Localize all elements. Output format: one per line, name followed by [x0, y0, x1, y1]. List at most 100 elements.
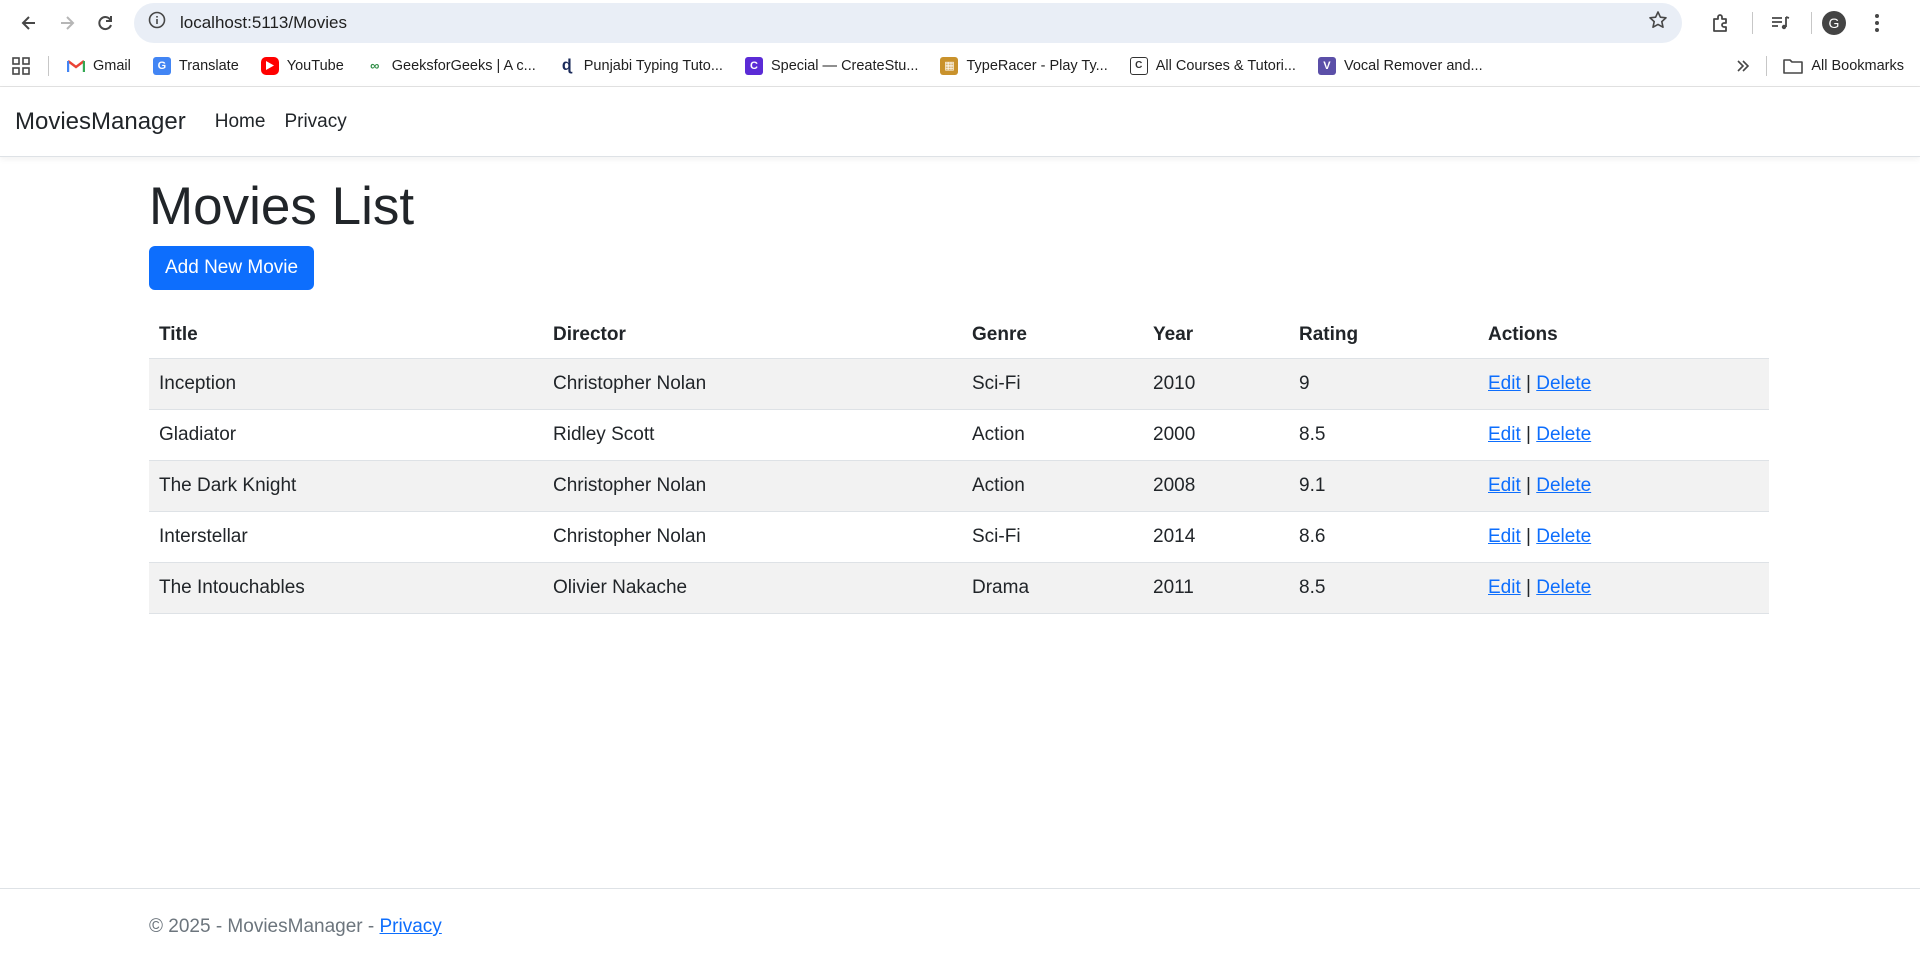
cell-actions: Edit | Delete [1478, 460, 1769, 512]
action-separator: | [1526, 423, 1531, 445]
edit-link[interactable]: Edit [1488, 526, 1521, 547]
cell-director: Christopher Nolan [543, 358, 962, 410]
bookmark-geeksforgeeks[interactable]: ∞ GeeksforGeeks | A c... [365, 56, 536, 75]
cell-director: Ridley Scott [543, 409, 962, 461]
column-header-actions: Actions [1478, 318, 1769, 359]
apps-grid-icon[interactable] [12, 56, 30, 75]
cell-title: Interstellar [149, 511, 543, 563]
bookmarks-divider [1766, 55, 1768, 76]
address-bar[interactable]: localhost:5113/Movies [134, 2, 1682, 43]
extensions-icon[interactable] [1704, 6, 1738, 40]
media-controls-icon[interactable] [1763, 6, 1797, 40]
cell-genre: Sci-Fi [962, 358, 1143, 410]
punjabi-typing-icon: ɖ [557, 56, 576, 75]
bookmark-youtube[interactable]: YouTube [260, 56, 344, 75]
cell-title: The Intouchables [149, 562, 543, 614]
page-title: Movies List [149, 177, 415, 236]
edit-link[interactable]: Edit [1488, 373, 1521, 394]
cell-genre: Sci-Fi [962, 511, 1143, 563]
table-row: The Dark Knight Christopher Nolan Action… [149, 460, 1769, 512]
back-icon[interactable] [12, 6, 46, 40]
movies-table: Title Director Genre Year Rating Actions… [149, 318, 1769, 614]
cell-year: 2000 [1143, 409, 1289, 461]
createstudio-icon: C [744, 56, 763, 75]
bookmark-createstudio[interactable]: C Special — CreateStu... [744, 56, 919, 75]
bookmark-typeracer[interactable]: ▦ TypeRacer - Play Ty... [940, 56, 1108, 75]
table-row: Gladiator Ridley Scott Action 2000 8.5 E… [149, 409, 1769, 461]
main-container: Movies List Add New Movie Title Director… [149, 177, 1769, 614]
url-text[interactable]: localhost:5113/Movies [180, 13, 1648, 33]
bookmark-label: Punjabi Typing Tuto... [583, 57, 723, 74]
footer-content: © 2025 - MoviesManager - Privacy [149, 889, 1769, 938]
edit-link[interactable]: Edit [1488, 475, 1521, 496]
delete-link[interactable]: Delete [1536, 526, 1591, 547]
toolbar-divider [1811, 11, 1812, 34]
toolbar-divider [1752, 11, 1753, 34]
site-navbar: MoviesManager Home Privacy [0, 87, 1920, 157]
cell-rating: 9 [1289, 358, 1478, 410]
footer-privacy-link[interactable]: Privacy [380, 916, 442, 937]
bookmark-label: YouTube [286, 57, 344, 74]
vocal-remover-icon: V [1317, 56, 1336, 75]
bookmarks-divider [48, 55, 49, 76]
cell-title: Inception [149, 358, 543, 410]
menu-kebab-icon[interactable] [1860, 6, 1894, 40]
site-brand[interactable]: MoviesManager [15, 108, 186, 136]
action-separator: | [1526, 525, 1531, 547]
cell-genre: Drama [962, 562, 1143, 614]
more-bookmarks-chevron-icon[interactable] [1736, 59, 1750, 73]
add-movie-button[interactable]: Add New Movie [149, 246, 315, 291]
forward-icon[interactable] [50, 6, 84, 40]
action-separator: | [1526, 474, 1531, 496]
cell-director: Christopher Nolan [543, 511, 962, 563]
edit-link[interactable]: Edit [1488, 424, 1521, 445]
bookmark-vocal-remover[interactable]: V Vocal Remover and... [1317, 56, 1483, 75]
cell-rating: 8.5 [1289, 562, 1478, 614]
cell-year: 2011 [1143, 562, 1289, 614]
column-header-year: Year [1143, 318, 1289, 359]
edit-link[interactable]: Edit [1488, 577, 1521, 598]
profile-avatar[interactable]: G [1822, 10, 1846, 35]
site-footer: © 2025 - MoviesManager - Privacy [0, 888, 1920, 961]
cell-year: 2014 [1143, 511, 1289, 563]
bookmark-label: GeeksforGeeks | A c... [391, 57, 536, 74]
cell-title: The Dark Knight [149, 460, 543, 512]
bookmark-star-icon[interactable] [1648, 10, 1668, 35]
table-header-row: Title Director Genre Year Rating Actions [149, 318, 1769, 359]
delete-link[interactable]: Delete [1536, 424, 1591, 445]
action-separator: | [1526, 372, 1531, 394]
browser-toolbar: localhost:5113/Movies G [0, 0, 1920, 45]
nav-link-privacy[interactable]: Privacy [284, 111, 346, 133]
bookmark-label: Translate [178, 57, 239, 74]
youtube-icon [260, 56, 279, 75]
table-row: Inception Christopher Nolan Sci-Fi 2010 … [149, 358, 1769, 410]
delete-link[interactable]: Delete [1536, 373, 1591, 394]
bookmark-gmail[interactable]: Gmail [67, 56, 131, 75]
cell-genre: Action [962, 460, 1143, 512]
cell-director: Olivier Nakache [543, 562, 962, 614]
courses-icon: C [1129, 56, 1148, 75]
bookmark-translate[interactable]: G Translate [152, 56, 239, 75]
bookmark-label: All Courses & Tutori... [1155, 57, 1296, 74]
all-bookmarks-label: All Bookmarks [1811, 57, 1904, 74]
cell-rating: 8.6 [1289, 511, 1478, 563]
reload-icon[interactable] [88, 6, 122, 40]
delete-link[interactable]: Delete [1536, 577, 1591, 598]
site-info-icon[interactable] [148, 11, 166, 34]
delete-link[interactable]: Delete [1536, 475, 1591, 496]
cell-rating: 8.5 [1289, 409, 1478, 461]
nav-link-home[interactable]: Home [215, 111, 266, 133]
bookmark-label: Special — CreateStu... [770, 57, 919, 74]
table-row: The Intouchables Olivier Nakache Drama 2… [149, 562, 1769, 614]
cell-year: 2010 [1143, 358, 1289, 410]
footer-copyright: © 2025 - MoviesManager - [149, 916, 380, 937]
translate-icon: G [152, 56, 171, 75]
cell-actions: Edit | Delete [1478, 511, 1769, 563]
action-separator: | [1526, 576, 1531, 598]
cell-actions: Edit | Delete [1478, 562, 1769, 614]
bookmark-label: TypeRacer - Play Ty... [966, 57, 1108, 74]
all-bookmarks-button[interactable]: All Bookmarks [1783, 58, 1904, 74]
bookmark-punjabi-typing[interactable]: ɖ Punjabi Typing Tuto... [557, 56, 723, 75]
bookmark-courses[interactable]: C All Courses & Tutori... [1129, 56, 1296, 75]
column-header-genre: Genre [962, 318, 1143, 359]
